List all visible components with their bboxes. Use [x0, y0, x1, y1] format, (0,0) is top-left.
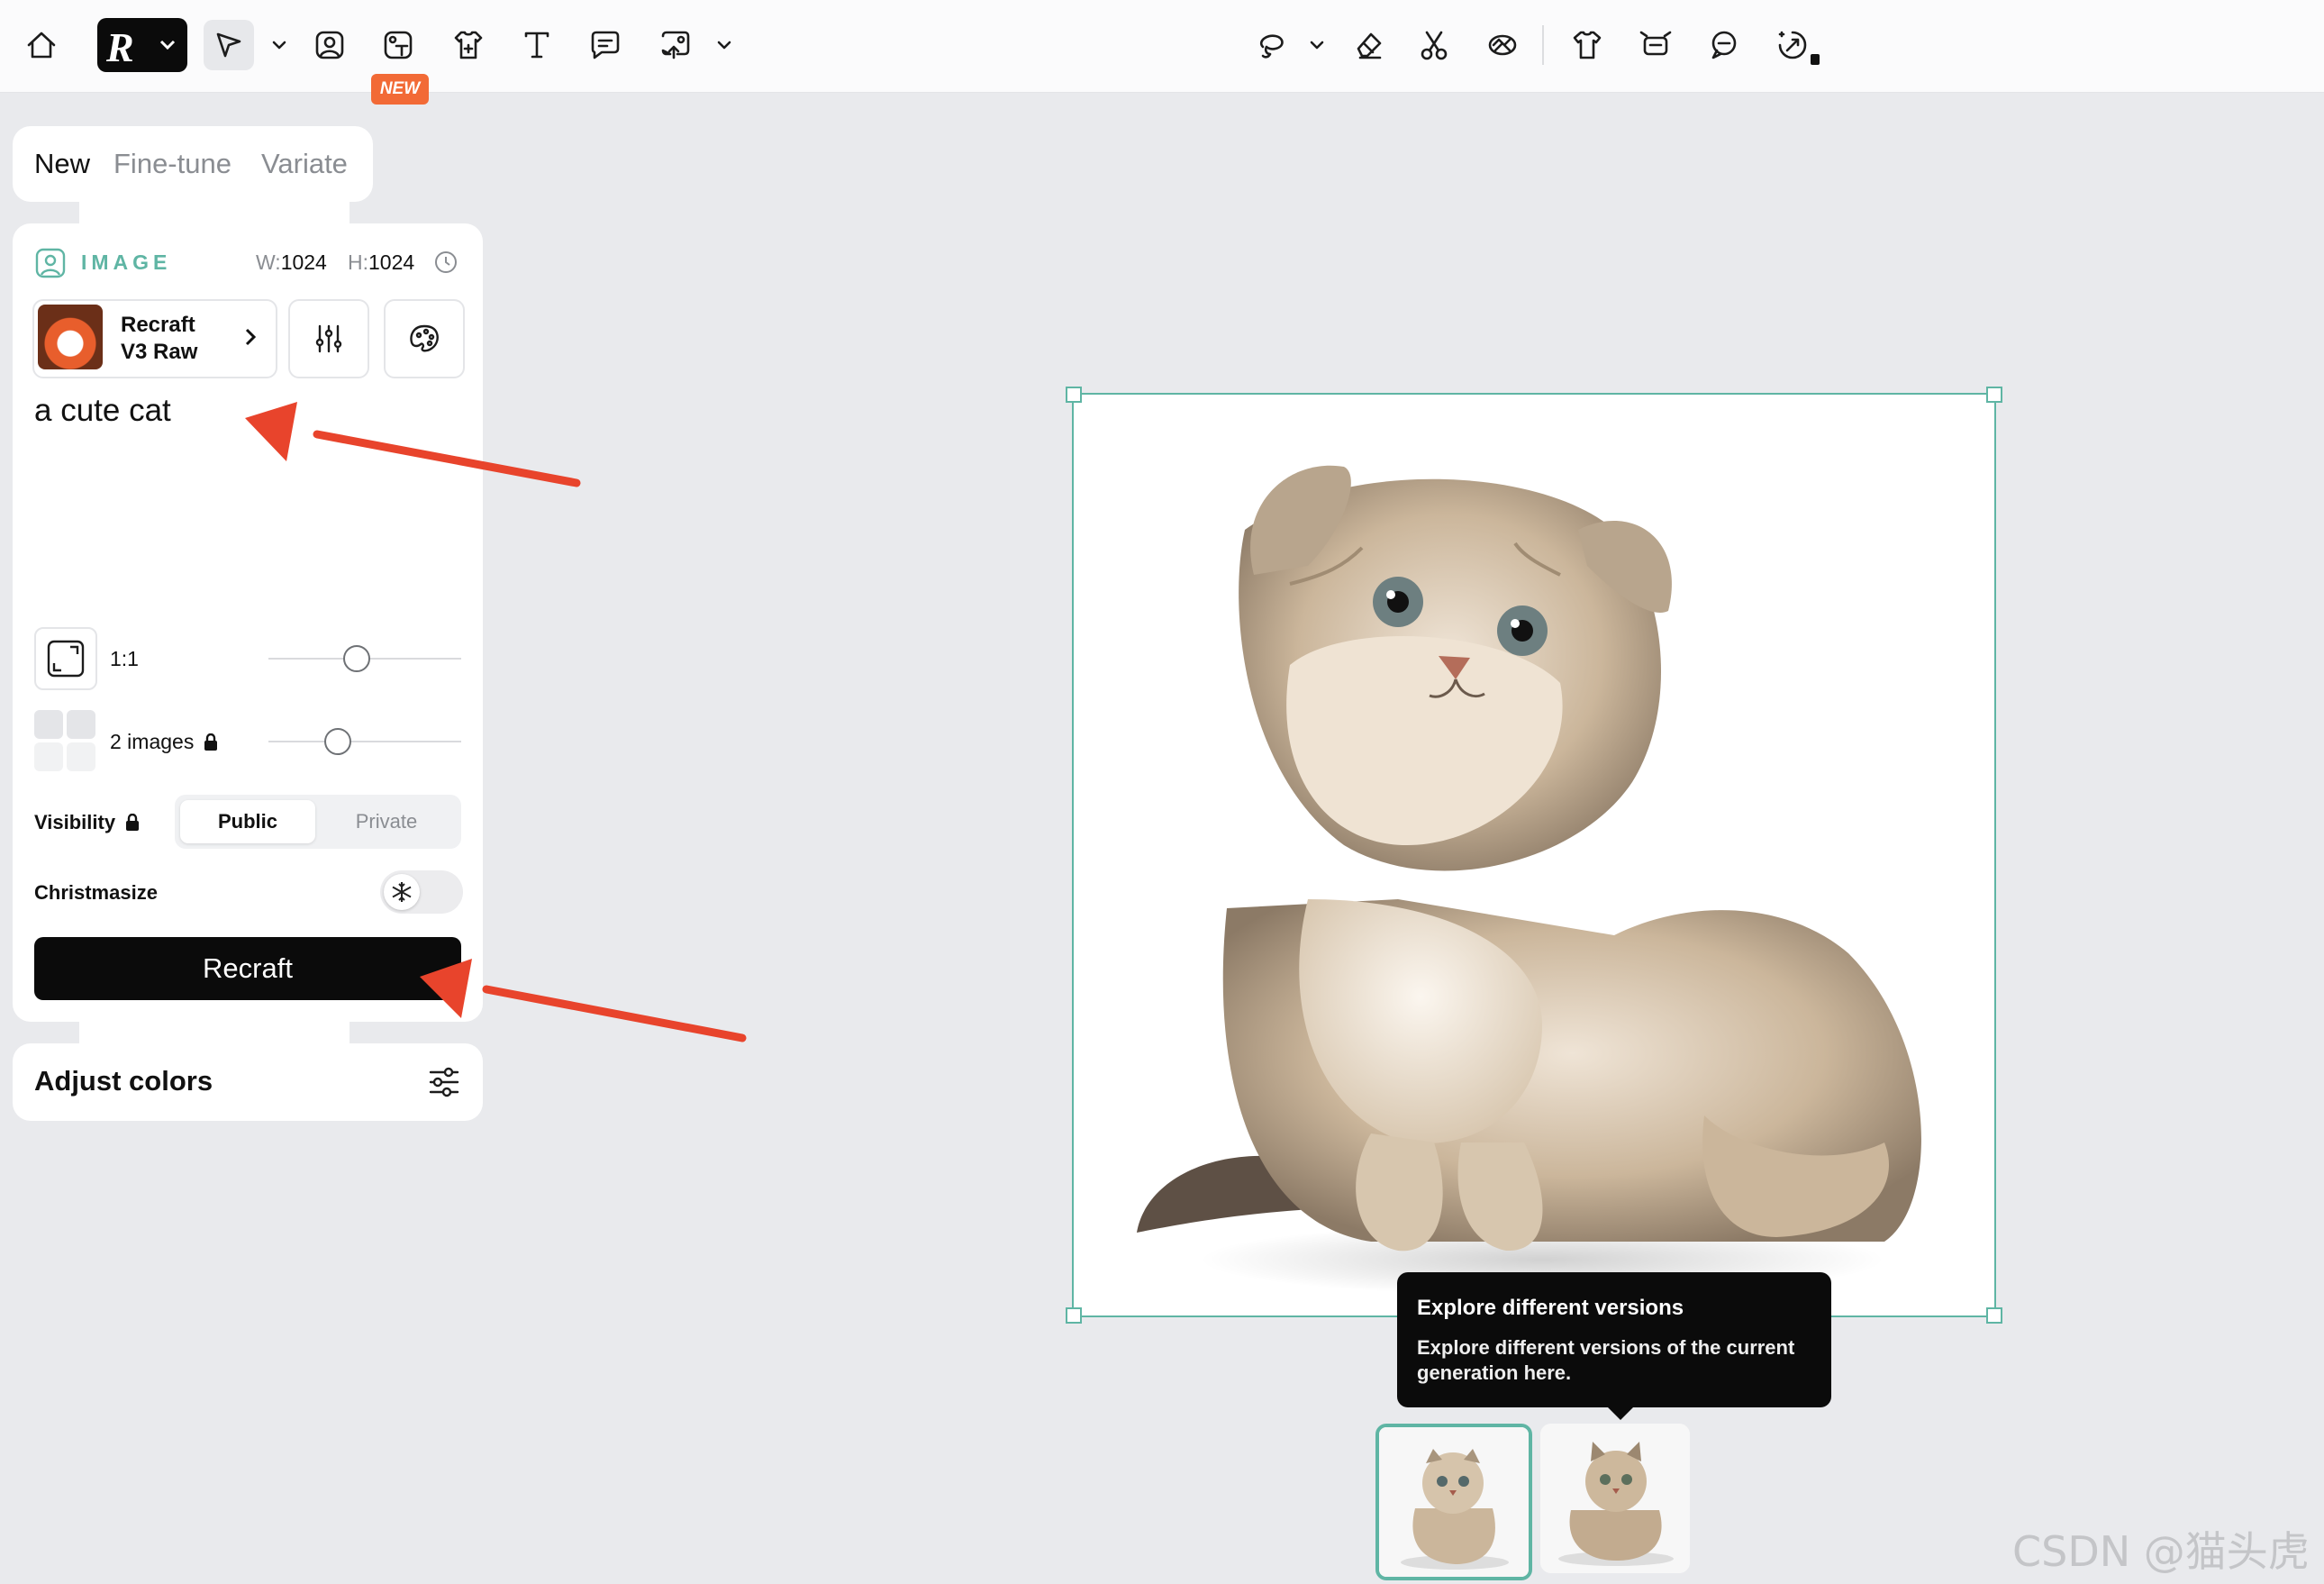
lock-icon	[1811, 54, 1820, 65]
tooltip-body: Explore different versions of the curren…	[1417, 1336, 1795, 1384]
prompt-textarea[interactable]: a cute cat	[34, 393, 171, 429]
select-tool-button[interactable]	[204, 20, 254, 70]
shirt-icon[interactable]	[1562, 20, 1612, 70]
mockup-tool-icon[interactable]	[443, 20, 494, 70]
vectorize-tool-icon[interactable]	[1477, 20, 1528, 70]
chevron-right-icon	[238, 324, 263, 350]
mode-tabs: New Fine-tune Variate	[13, 126, 373, 202]
height-readout[interactable]: H:1024	[348, 250, 414, 275]
visibility-public-option[interactable]: Public	[180, 800, 315, 843]
resize-handle-top-left[interactable]	[1066, 387, 1082, 403]
image-text-tool-icon[interactable]	[373, 20, 423, 70]
panel-connector	[79, 1022, 350, 1043]
tab-variate[interactable]: Variate	[261, 148, 348, 180]
settings-sliders-button[interactable]	[288, 299, 369, 378]
home-icon[interactable]	[16, 20, 67, 70]
variant-thumbnail-2[interactable]	[1540, 1424, 1690, 1573]
generation-panel: IMAGE W:1024 H:1024 Recraft V3 Raw a cut…	[13, 223, 483, 1022]
chevron-down-icon	[155, 32, 180, 58]
recraft-generate-button[interactable]: Recraft	[34, 937, 461, 1000]
aspect-ratio-icon[interactable]	[34, 627, 97, 690]
model-thumbnail	[38, 305, 103, 369]
chevron-down-icon[interactable]	[254, 20, 304, 70]
christmasize-toggle[interactable]	[380, 870, 463, 914]
images-count-slider-track[interactable]	[268, 741, 461, 742]
selected-image-frame[interactable]	[1066, 387, 2002, 1324]
remove-background-icon[interactable]	[1699, 20, 1749, 70]
recraft-logo: R	[106, 24, 134, 70]
tooltip-pointer	[1608, 1407, 1633, 1420]
images-count-label: 2 images	[110, 730, 219, 754]
chevron-down-icon[interactable]	[1292, 20, 1342, 70]
image-tool-icon[interactable]	[304, 20, 355, 70]
generated-cat-image	[1137, 465, 1921, 1296]
tab-fine-tune[interactable]: Fine-tune	[113, 148, 231, 180]
image-section-icon	[34, 247, 67, 279]
width-readout[interactable]: W:1024	[256, 250, 327, 275]
visibility-toggle: Public Private	[175, 795, 461, 849]
adjust-colors-panel[interactable]: Adjust colors	[13, 1043, 483, 1121]
tab-new[interactable]: New	[34, 148, 90, 180]
logo-menu-button[interactable]: R	[97, 18, 187, 72]
snowflake-icon	[384, 874, 420, 910]
resize-handle-bottom-right[interactable]	[1986, 1307, 2002, 1324]
panel-connector	[79, 202, 350, 223]
section-title: IMAGE	[81, 250, 172, 274]
text-tool-icon[interactable]	[512, 20, 562, 70]
toolbar-divider	[1542, 25, 1544, 65]
image-count-grid-icon	[34, 710, 97, 773]
chevron-down-icon[interactable]	[699, 20, 749, 70]
images-count-slider-knob[interactable]	[323, 728, 351, 755]
resize-handle-bottom-left[interactable]	[1066, 1307, 1082, 1324]
visibility-private-option[interactable]: Private	[319, 800, 454, 843]
model-name: Recraft V3 Raw	[121, 313, 198, 364]
watermark: CSDN @猫头虎	[2012, 1527, 2310, 1576]
history-clock-icon[interactable]	[432, 249, 459, 276]
adjust-colors-label: Adjust colors	[34, 1065, 213, 1097]
top-toolbar: R NEW	[0, 0, 2324, 105]
aspect-ratio-slider-knob[interactable]	[343, 645, 371, 672]
upload-tool-icon[interactable]	[650, 20, 701, 70]
visibility-label: Visibility	[34, 811, 141, 834]
eraser-tool-icon[interactable]	[1344, 20, 1394, 70]
lock-icon	[124, 813, 141, 832]
style-palette-button[interactable]	[384, 299, 465, 378]
scissors-icon[interactable]	[1409, 20, 1459, 70]
sliders-icon	[315, 324, 342, 353]
aspect-ratio-label: 1:1	[110, 647, 139, 670]
lock-icon	[203, 733, 219, 751]
tooltip-title: Explore different versions	[1417, 1296, 1684, 1320]
comment-tool-icon[interactable]	[580, 20, 631, 70]
model-selector-button[interactable]: Recraft V3 Raw	[32, 299, 277, 378]
adjust-sliders-icon[interactable]	[425, 1063, 463, 1101]
resize-handle-top-right[interactable]	[1986, 387, 2002, 403]
lasso-tool-icon[interactable]	[1247, 20, 1297, 70]
explore-versions-tooltip: Explore different versions Explore diffe…	[1397, 1272, 1831, 1420]
expand-tool-icon[interactable]	[1630, 20, 1681, 70]
palette-icon	[410, 324, 439, 352]
variant-thumbnail-1[interactable]	[1375, 1424, 1532, 1580]
christmasize-label: Christmasize	[34, 881, 158, 904]
new-badge: NEW	[371, 74, 429, 105]
